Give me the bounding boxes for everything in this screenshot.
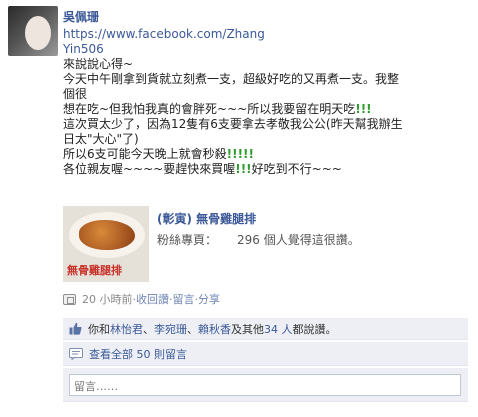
post-line-7-text: 所以6支可能今天晚上就會秒殺 [63,147,227,161]
comment-bubble-icon [69,347,83,360]
comment-compose: 留言…… [63,368,468,402]
unlike-link[interactable]: 收回讚 [136,291,169,307]
post-line-2: 今天中午剛拿到貨就立刻煮一支，超級好吃的又再煮一支。我整 [63,72,400,86]
likes-and: 及其他 [231,322,264,336]
liker-1[interactable]: 林怡君 [110,321,143,337]
likes-suffix: 都說讚。 [292,322,337,336]
post-line-8-text: 各位親友喔~~~~要趕快來買喔 [63,162,236,176]
avatar-face [25,16,51,50]
author-avatar[interactable] [8,6,58,56]
shared-page-meta: 粉絲專頁： 296 個人覺得這很讚。 [157,231,360,248]
post-body: https://www.facebook.com/Zhang Yin506 來說… [63,27,473,177]
shared-page-thumbnail[interactable]: 無骨雞腿排 [63,206,149,282]
post-line-1: 來說說心得~ [63,57,134,71]
likes-prefix: 你和 [88,322,110,336]
likes-comma-1: 、 [143,322,154,336]
post-line-8: 各位親友喔~~~~要趕快來買喔!!!好吃到不行~~~ [63,162,473,177]
post-line-3: 個很 [63,87,88,101]
comment-link[interactable]: 留言 [173,291,195,307]
fans-count: 296 個人覺得這很讚。 [237,233,360,247]
fans-page-label: 粉絲專頁： [157,233,218,247]
shared-page-title[interactable]: (彰寅) 無骨雞腿排 [157,210,256,227]
post-line-4-text: 想在吃~但我怕我真的會胖死~~~所以我要留在明天吃 [63,102,356,116]
thumbs-up-icon [69,322,82,335]
post-line-7: 所以6支可能今天晚上就會秒殺!!!!! [63,147,473,162]
post-line-8-exclaim: !!! [235,162,252,176]
share-link[interactable]: 分享 [198,291,220,307]
view-all-comments-link[interactable]: 查看全部 50 則留言 [89,346,187,362]
post-line-8-tail: 好吃到不行~~~ [251,162,342,176]
shared-page-card: 無骨雞腿排 (彰寅) 無骨雞腿排 粉絲專頁： 296 個人覺得這很讚。 [63,206,468,282]
share-source-icon [63,293,76,305]
post-line-5: 這次買太少了，因為12隻有6支要拿去孝敬我公公(昨天幫我辦生 [63,117,403,131]
thumbnail-caption: 無骨雞腿排 [67,264,122,277]
author-name[interactable]: 吳佩珊 [63,8,99,25]
post-timestamp[interactable]: 20 小時前 [82,291,133,307]
post-line-6: 日太"大心"了) [63,132,139,146]
likes-comma-2: 、 [187,322,198,336]
post-line-4: 想在吃~但我怕我真的會胖死~~~所以我要留在明天吃!!! [63,102,473,117]
post-link-part2[interactable]: Yin506 [63,42,473,57]
chicken-image [79,220,135,250]
post-line-4-exclaim: !!! [355,102,372,116]
post-line-7-exclaim: !!!!! [226,147,255,161]
liker-2[interactable]: 李宛珊 [154,321,187,337]
likes-row: 你和 林怡君 、 李宛珊 、 賴秋香 及其他 34 人 都說讚。 [63,318,468,340]
comment-input[interactable]: 留言…… [69,374,461,396]
view-all-comments-row: 查看全部 50 則留言 [63,342,468,366]
likes-others-link[interactable]: 34 人 [264,321,293,337]
liker-3[interactable]: 賴秋香 [198,321,231,337]
post-meta-row: 20 小時前 · 收回讚 · 留言 · 分享 [63,292,220,306]
post-link-part1[interactable]: https://www.facebook.com/Zhang [63,27,473,42]
